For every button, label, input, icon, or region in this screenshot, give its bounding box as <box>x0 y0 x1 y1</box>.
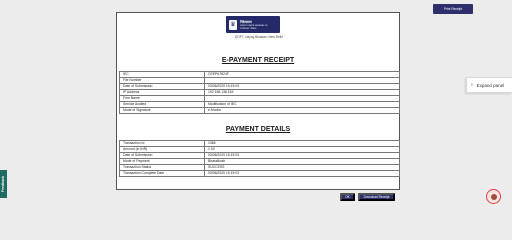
feedback-label: Feedback <box>1 175 6 193</box>
logo-line-2: DIRECTORATE GENERAL OF <box>240 25 268 27</box>
dgft-logo: ♛ निदेशालय DIRECTORATE GENERAL OF FOREIG… <box>226 16 280 33</box>
payment-table: Transaction Id 1366 Amount (in INR) 1.00 Dat… <box>119 140 400 177</box>
expand-panel-tab[interactable]: › Expand panel <box>466 77 512 93</box>
table-row: Mode of Signature e-Mudra <box>119 107 400 114</box>
avatar-head-icon <box>490 193 497 200</box>
chevron-right-icon: › <box>471 82 473 88</box>
download-receipt-button[interactable]: Download Receipt <box>358 193 395 201</box>
receipt-card: ♛ निदेशालय DIRECTORATE GENERAL OF FOREIG… <box>116 12 400 190</box>
logo-line-3: FOREIGN TRADE <box>240 28 257 30</box>
table-row: Transaction Complete Date 03/06/2020 15:1… <box>119 170 400 177</box>
row-label: Transaction Complete Date <box>119 170 205 177</box>
row-value: 03/06/2020 15:19:03 <box>204 170 400 177</box>
ok-button[interactable]: OK <box>340 193 355 201</box>
epayment-receipt-title: E-PAYMENT RECEIPT <box>221 57 295 64</box>
chat-assistant-avatar[interactable] <box>486 189 501 204</box>
row-label: Mode of Signature <box>119 107 205 114</box>
national-emblem-icon: ♛ <box>229 19 237 30</box>
feedback-tab[interactable]: Feedback <box>0 170 7 198</box>
epayment-table: IEC CEEPA7824F File Number Date of Submissi… <box>119 71 400 114</box>
payment-details-title: PAYMENT DETAILS <box>225 126 291 133</box>
row-value: e-Mudra <box>204 107 400 114</box>
print-receipt-button[interactable]: Print Receipt <box>433 4 473 14</box>
expand-panel-label: Expand panel <box>476 82 505 88</box>
logo-hindi-text: निदेशालय <box>240 20 252 24</box>
office-address: DGFT, Udyog Bhawan, New Delhi <box>234 35 283 39</box>
